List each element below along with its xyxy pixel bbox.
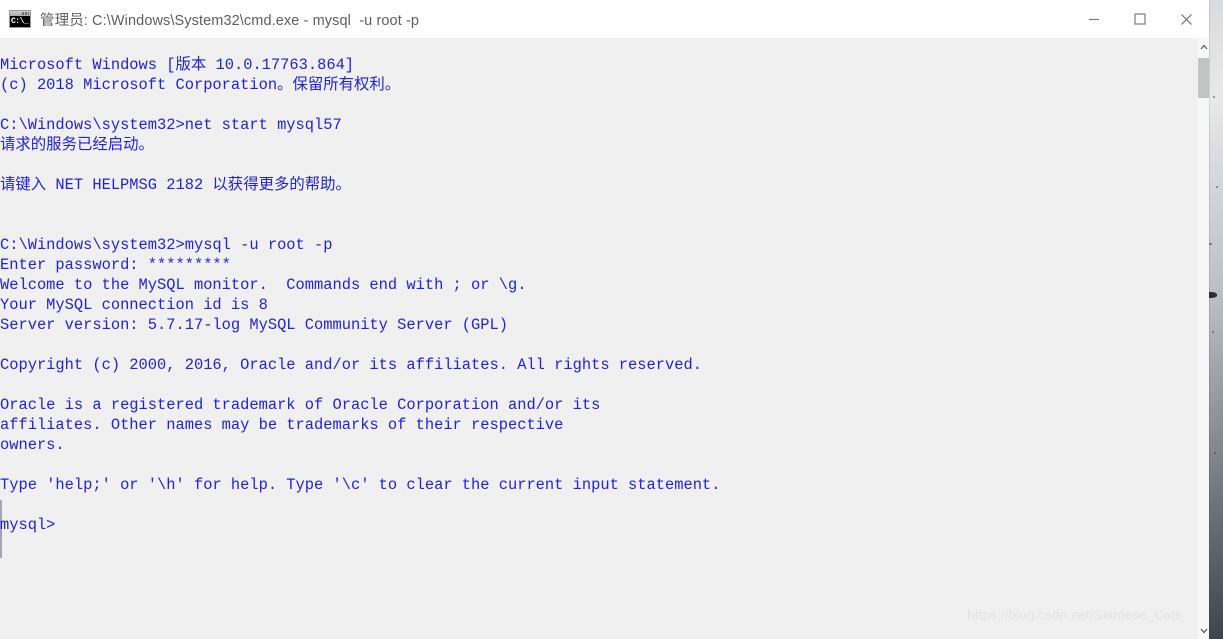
- close-icon: [1180, 13, 1192, 25]
- console-text: Microsoft Windows [版本 10.0.17763.864] (c…: [0, 56, 721, 535]
- chevron-down-icon: [1200, 628, 1207, 633]
- window-controls: [1071, 0, 1209, 38]
- maximize-icon: [1134, 13, 1146, 25]
- icon-dots: [22, 12, 29, 15]
- watermark-text: https://blog.csdn.net/Siamese_Cats: [967, 607, 1182, 622]
- console-output-area[interactable]: Microsoft Windows [版本 10.0.17763.864] (c…: [0, 38, 1196, 639]
- cmd-app-icon: C:\_: [9, 10, 31, 28]
- chevron-up-icon: [1200, 44, 1207, 49]
- icon-prompt-glyph: C:\_: [10, 16, 30, 27]
- close-button[interactable]: [1163, 0, 1209, 38]
- maximize-button[interactable]: [1117, 0, 1163, 38]
- scroll-up-arrow-icon[interactable]: [1197, 38, 1210, 55]
- window-titlebar[interactable]: C:\_ 管理员: C:\Windows\System32\cmd.exe - …: [0, 0, 1209, 39]
- minimize-button[interactable]: [1071, 0, 1117, 38]
- cmd-window: C:\_ 管理员: C:\Windows\System32\cmd.exe - …: [0, 0, 1209, 639]
- minimize-icon: [1089, 18, 1099, 21]
- scrollbar-thumb[interactable]: [1198, 58, 1209, 98]
- console-scrollbar[interactable]: [1196, 38, 1209, 639]
- window-title: 管理员: C:\Windows\System32\cmd.exe - mysql…: [40, 12, 420, 29]
- scroll-down-arrow-icon[interactable]: [1197, 622, 1210, 639]
